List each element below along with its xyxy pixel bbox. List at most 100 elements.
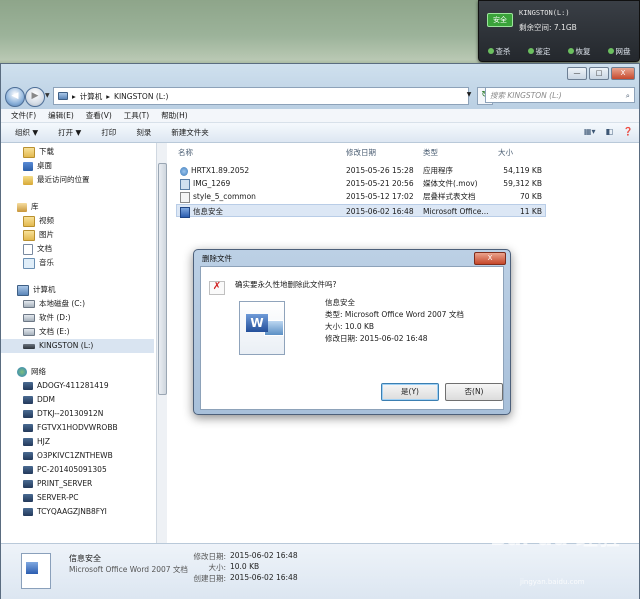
nav-scrollbar[interactable] xyxy=(156,143,167,543)
view-options-icon[interactable]: ▦▾ xyxy=(584,127,596,136)
nav-item-downloads[interactable]: 下载 xyxy=(23,145,54,159)
close-button[interactable]: X xyxy=(611,67,635,80)
dialog-body: ✗ 确实要永久性地删除此文件吗? W 信息安全 类型: Microsoft Of… xyxy=(200,266,504,410)
delete-file-dialog: 删除文件 X ✗ 确实要永久性地删除此文件吗? W 信息安全 类型: Micro… xyxy=(193,249,511,415)
nav-scrollbar-thumb[interactable] xyxy=(158,163,167,395)
preview-pane-icon[interactable]: ◧ xyxy=(605,127,613,136)
restore-icon xyxy=(567,48,574,54)
video-icon xyxy=(23,215,35,227)
usb-drive-name: KINGSTON(L:) xyxy=(519,9,570,17)
nav-item-libraries[interactable]: 库 xyxy=(17,200,39,214)
nav-item-network[interactable]: 网络 xyxy=(17,365,46,379)
back-button[interactable]: ◀ xyxy=(5,87,25,107)
file-row[interactable]: style_5_common 2015-05-12 17:02 层叠样式表文档 … xyxy=(176,190,546,203)
usb-action-cloud[interactable]: 网盘 xyxy=(607,43,631,59)
yes-button[interactable]: 是(Y) xyxy=(381,383,439,401)
no-button[interactable]: 否(N) xyxy=(445,383,503,401)
search-input[interactable]: 搜索 KINGSTON (L:) ⌕ xyxy=(485,87,635,103)
column-header-name[interactable]: 名称 xyxy=(178,147,193,158)
breadcrumb-drive[interactable]: KINGSTON (L:) xyxy=(114,92,168,101)
usb-action-identify[interactable]: 鉴定 xyxy=(527,43,551,59)
security-badge: 安全 xyxy=(487,13,513,27)
usb-drive-popup: 安全 KINGSTON(L:) 剩余空间: 7.1GB 查杀 鉴定 恢复 网盘 xyxy=(478,0,640,62)
nav-item-drive-l[interactable]: KINGSTON (L:) xyxy=(1,339,154,353)
new-folder-button[interactable]: 新建文件夹 xyxy=(171,127,209,138)
nav-item-videos[interactable]: 视频 xyxy=(23,214,54,228)
command-bar: 组织 ▼ 打开 ▼ 打印 刻录 新建文件夹 ▦▾ ◧ ❓ xyxy=(1,123,639,143)
desktop-icon xyxy=(23,161,33,171)
host-icon xyxy=(23,480,33,488)
host-icon xyxy=(23,494,33,502)
forward-button[interactable]: ▶ xyxy=(25,87,45,107)
back-arrow-icon: ◀ xyxy=(11,91,19,101)
nav-item-drive-e[interactable]: 文档 (E:) xyxy=(23,325,70,339)
nav-item-host[interactable]: HJZ xyxy=(23,435,50,449)
nav-item-host[interactable]: DDM xyxy=(23,393,55,407)
menu-help[interactable]: 帮助(H) xyxy=(161,110,188,121)
breadcrumb-sep-icon: ▸ xyxy=(106,91,111,101)
maximize-button[interactable]: □ xyxy=(589,67,609,80)
file-row-selected[interactable]: 信息安全 2015-06-02 16:48 Microsoft Office..… xyxy=(176,204,546,218)
breadcrumb-computer[interactable]: 计算机 xyxy=(80,91,103,102)
address-dropdown-icon[interactable]: ▼ xyxy=(463,87,475,103)
nav-item-host[interactable]: O3PKIVC1ZNTHEWB xyxy=(23,449,113,463)
help-icon[interactable]: ❓ xyxy=(623,127,633,136)
computer-icon xyxy=(17,284,29,296)
detail-size: 10.0 KB xyxy=(230,562,260,571)
nav-item-host[interactable]: TCYQAAGZJNB8FYI xyxy=(23,505,107,519)
open-button[interactable]: 打开 ▼ xyxy=(58,127,81,138)
host-icon xyxy=(23,382,33,390)
exe-icon xyxy=(180,166,188,176)
css-file-icon xyxy=(180,191,190,203)
window-controls: — □ X xyxy=(567,67,635,80)
detail-size-label: 大小: xyxy=(208,563,226,572)
column-header-size[interactable]: 大小 xyxy=(498,147,513,158)
usb-action-scan[interactable]: 查杀 xyxy=(487,43,511,59)
menu-tools[interactable]: 工具(T) xyxy=(124,110,149,121)
scan-icon xyxy=(487,48,494,54)
folder-icon xyxy=(23,146,35,158)
recent-pages-dropdown-icon[interactable]: ▼ xyxy=(45,92,50,99)
music-icon xyxy=(23,257,35,269)
column-header-date[interactable]: 修改日期 xyxy=(346,147,376,158)
usb-popup-info: 安全 KINGSTON(L:) 剩余空间: 7.1GB xyxy=(479,1,639,41)
nav-item-recent[interactable]: 最近访问的位置 xyxy=(23,173,90,187)
nav-item-computer[interactable]: 计算机 xyxy=(17,283,56,297)
nav-item-pictures[interactable]: 图片 xyxy=(23,228,54,242)
host-icon xyxy=(23,438,33,446)
usb-action-restore[interactable]: 恢复 xyxy=(567,43,591,59)
nav-item-host[interactable]: PRINT_SERVER xyxy=(23,477,92,491)
menu-file[interactable]: 文件(F) xyxy=(11,110,36,121)
nav-item-host[interactable]: SERVER-PC xyxy=(23,491,79,505)
nav-item-music[interactable]: 音乐 xyxy=(23,256,54,270)
nav-item-drive-c[interactable]: 本地磁盘 (C:) xyxy=(23,297,85,311)
detail-modified: 2015-06-02 16:48 xyxy=(230,551,298,560)
host-icon xyxy=(23,410,33,418)
column-header-type[interactable]: 类型 xyxy=(423,147,438,158)
detail-created: 2015-06-02 16:48 xyxy=(230,573,298,582)
nav-item-host[interactable]: DTKJ--20130912N xyxy=(23,407,103,421)
print-button[interactable]: 打印 xyxy=(101,127,116,138)
nav-item-host[interactable]: PC-201405091305 xyxy=(23,463,107,477)
menu-view[interactable]: 查看(V) xyxy=(86,110,112,121)
file-row[interactable]: HRTX1.89.2052 2015-05-26 15:28 应用程序 54,1… xyxy=(176,164,546,177)
nav-item-host[interactable]: ADOGY-411281419 xyxy=(23,379,109,393)
file-row[interactable]: IMG_1269 2015-05-21 20:56 媒体文件(.mov) 59,… xyxy=(176,177,546,190)
nav-item-documents[interactable]: 文档 xyxy=(23,242,52,256)
toolbar-right: ▦▾ ◧ ❓ xyxy=(584,127,633,136)
minimize-button[interactable]: — xyxy=(567,67,587,80)
dialog-file-name: 信息安全 xyxy=(325,298,355,307)
nav-item-host[interactable]: FGTVX1HODVWROBB xyxy=(23,421,118,435)
address-bar[interactable]: ▸ 计算机 ▸ KINGSTON (L:) xyxy=(53,87,469,105)
host-icon xyxy=(23,396,33,404)
menu-edit[interactable]: 编辑(E) xyxy=(48,110,74,121)
network-icon xyxy=(17,367,27,377)
nav-item-drive-d[interactable]: 软件 (D:) xyxy=(23,311,71,325)
dialog-close-button[interactable]: X xyxy=(474,252,506,265)
dialog-file-type: 类型: Microsoft Office Word 2007 文档 xyxy=(325,310,464,319)
picture-icon xyxy=(23,229,35,241)
usb-free-space: 剩余空间: 7.1GB xyxy=(519,23,577,32)
nav-item-desktop[interactable]: 桌面 xyxy=(23,159,52,173)
organize-button[interactable]: 组织 ▼ xyxy=(15,127,38,138)
burn-button[interactable]: 刻录 xyxy=(136,127,151,138)
